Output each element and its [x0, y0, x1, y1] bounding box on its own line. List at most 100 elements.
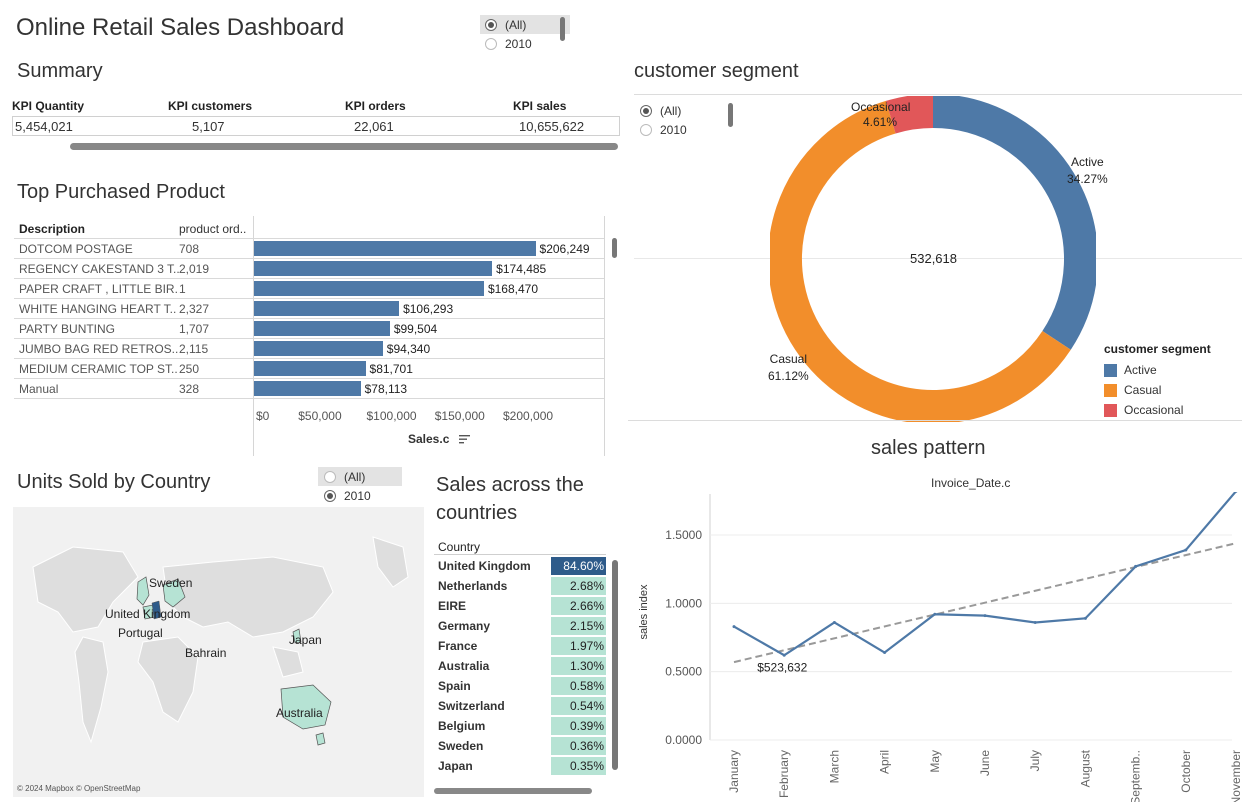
legend-item-casual[interactable]: Casual [1104, 380, 1211, 400]
kpi-quantity-header: KPI Quantity [12, 99, 85, 113]
country-share-cell: 84.60% [551, 557, 606, 575]
country-row[interactable]: Japan 0.35% [434, 756, 606, 776]
country-row[interactable]: France 1.97% [434, 636, 606, 656]
product-row[interactable]: PAPER CRAFT , LITTLE BIR.. 1 $168,470 [14, 278, 604, 298]
product-row[interactable]: JUMBO BAG RED RETROS.. 2,115 $94,340 [14, 338, 604, 358]
country-name: Germany [438, 619, 491, 633]
kpi-quantity-value: 5,454,021 [15, 119, 73, 134]
country-share-cell: 0.35% [551, 757, 606, 775]
world-map[interactable]: Sweden United Kingdom Portugal Bahrain J… [13, 507, 424, 797]
filter-option-all[interactable]: (All) [480, 15, 570, 34]
kpi-customers-value: 5,107 [192, 119, 225, 134]
summary-scrollbar[interactable] [70, 143, 618, 150]
product-sales-bar[interactable] [254, 261, 493, 276]
product-sales-label: $99,504 [393, 322, 438, 336]
filter-option-2010[interactable]: 2010 [318, 486, 402, 505]
country-scrollbar[interactable] [612, 560, 618, 770]
sales-point[interactable] [1033, 620, 1037, 624]
sales-point[interactable] [732, 625, 736, 629]
donut-slice-active[interactable] [932, 96, 1096, 350]
product-orders: 2,115 [179, 342, 209, 356]
country-row[interactable]: Sweden 0.36% [434, 736, 606, 756]
sales-point[interactable] [933, 612, 937, 616]
sales-pattern-title: sales pattern [871, 437, 986, 459]
product-orders: 328 [179, 382, 200, 396]
country-hscrollbar[interactable] [434, 788, 592, 794]
product-row[interactable]: WHITE HANGING HEART T.. 2,327 $106,293 [14, 298, 604, 318]
country-row[interactable]: Australia 1.30% [434, 656, 606, 676]
filter-option-all[interactable]: (All) [318, 467, 402, 486]
sales-point[interactable] [1134, 564, 1138, 568]
legend-item-occasional[interactable]: Occasional [1104, 400, 1211, 420]
legend-item-active[interactable]: Active [1104, 360, 1211, 380]
country-share-cell: 2.68% [551, 577, 606, 595]
product-description: MEDIUM CERAMIC TOP ST.. [19, 362, 178, 376]
country-share-cell: 0.54% [551, 697, 606, 715]
year-filter-country[interactable]: (All) 2010 [318, 467, 402, 505]
product-sales-bar[interactable] [254, 301, 400, 316]
product-sales-bar[interactable] [254, 341, 383, 356]
radio-icon[interactable] [485, 37, 497, 50]
country-row[interactable]: EIRE 2.66% [434, 596, 606, 616]
product-axis-tick: $100,000 [366, 409, 417, 423]
product-scrollbar[interactable] [612, 238, 617, 258]
sort-icon[interactable] [458, 433, 471, 447]
kpi-orders-header: KPI orders [345, 99, 406, 113]
radio-icon[interactable] [640, 123, 652, 136]
product-sales-label: $206,249 [539, 242, 590, 256]
product-description: PARTY BUNTING [19, 322, 116, 336]
product-axis-tick: $0 [256, 409, 270, 423]
product-row[interactable]: DOTCOM POSTAGE 708 $206,249 [14, 238, 604, 258]
country-share-cell: 0.58% [551, 677, 606, 695]
sales-point[interactable] [1184, 548, 1188, 552]
filter-option-all[interactable]: (All) [636, 101, 736, 120]
radio-icon[interactable] [324, 470, 336, 483]
filter-scrollbar[interactable] [560, 17, 565, 41]
country-name: Switzerland [438, 699, 505, 713]
product-row[interactable]: Manual 328 $78,113 [14, 378, 604, 398]
country-row[interactable]: Spain 0.58% [434, 676, 606, 696]
filter-scrollbar[interactable] [728, 103, 733, 127]
product-sales-bar[interactable] [254, 381, 361, 396]
country-share-cell: 2.66% [551, 597, 606, 615]
country-header-divider [434, 554, 606, 555]
filter-option-2010[interactable]: 2010 [480, 34, 570, 53]
product-row[interactable]: MEDIUM CERAMIC TOP ST.. 250 $81,701 [14, 358, 604, 378]
product-sales-bar[interactable] [254, 281, 484, 296]
product-sales-bar[interactable] [254, 321, 390, 336]
filter-option-2010[interactable]: 2010 [636, 120, 736, 139]
y-tick-label: 1.0000 [665, 596, 702, 610]
radio-selected-icon[interactable] [324, 489, 336, 502]
radio-selected-icon[interactable] [485, 18, 497, 31]
sales-point[interactable] [832, 620, 836, 624]
radio-selected-icon[interactable] [640, 104, 652, 117]
product-row[interactable]: PARTY BUNTING 1,707 $99,504 [14, 318, 604, 338]
country-row[interactable]: Belgium 0.39% [434, 716, 606, 736]
product-row[interactable]: REGENCY CAKESTAND 3 T.. 2,019 $174,485 [14, 258, 604, 278]
year-filter-top[interactable]: (All) 2010 [480, 15, 570, 53]
country-row[interactable]: United Kingdom 84.60% [434, 556, 606, 576]
segment-label-name: Active [1071, 155, 1104, 169]
country-row[interactable]: Netherlands 2.68% [434, 576, 606, 596]
sales-point[interactable] [1083, 616, 1087, 620]
product-sales-label: $168,470 [487, 282, 539, 296]
sales-point[interactable] [782, 653, 786, 657]
product-description: Manual [19, 382, 59, 396]
country-row[interactable]: Germany 2.15% [434, 616, 606, 636]
product-sales-bar[interactable] [254, 361, 366, 376]
segment-label-occasional: Occasional 4.61% [851, 100, 910, 130]
country-name: Sweden [438, 739, 484, 753]
map-label-japan: Japan [289, 633, 322, 647]
sales-point[interactable] [983, 614, 987, 618]
product-sales-label: $106,293 [403, 302, 454, 316]
sales-index-line[interactable] [733, 492, 1237, 657]
country-name: Belgium [438, 719, 486, 733]
product-description: REGENCY CAKESTAND 3 T.. [19, 262, 179, 276]
segment-label-pct: 4.61% [863, 115, 898, 129]
country-share-cell: 1.97% [551, 637, 606, 655]
product-sales-bar[interactable] [254, 241, 536, 256]
country-row[interactable]: Switzerland 0.54% [434, 696, 606, 716]
sales-point[interactable] [883, 651, 887, 655]
year-filter-segment[interactable]: (All) 2010 [636, 101, 736, 139]
country-col-header: Country [438, 540, 481, 554]
